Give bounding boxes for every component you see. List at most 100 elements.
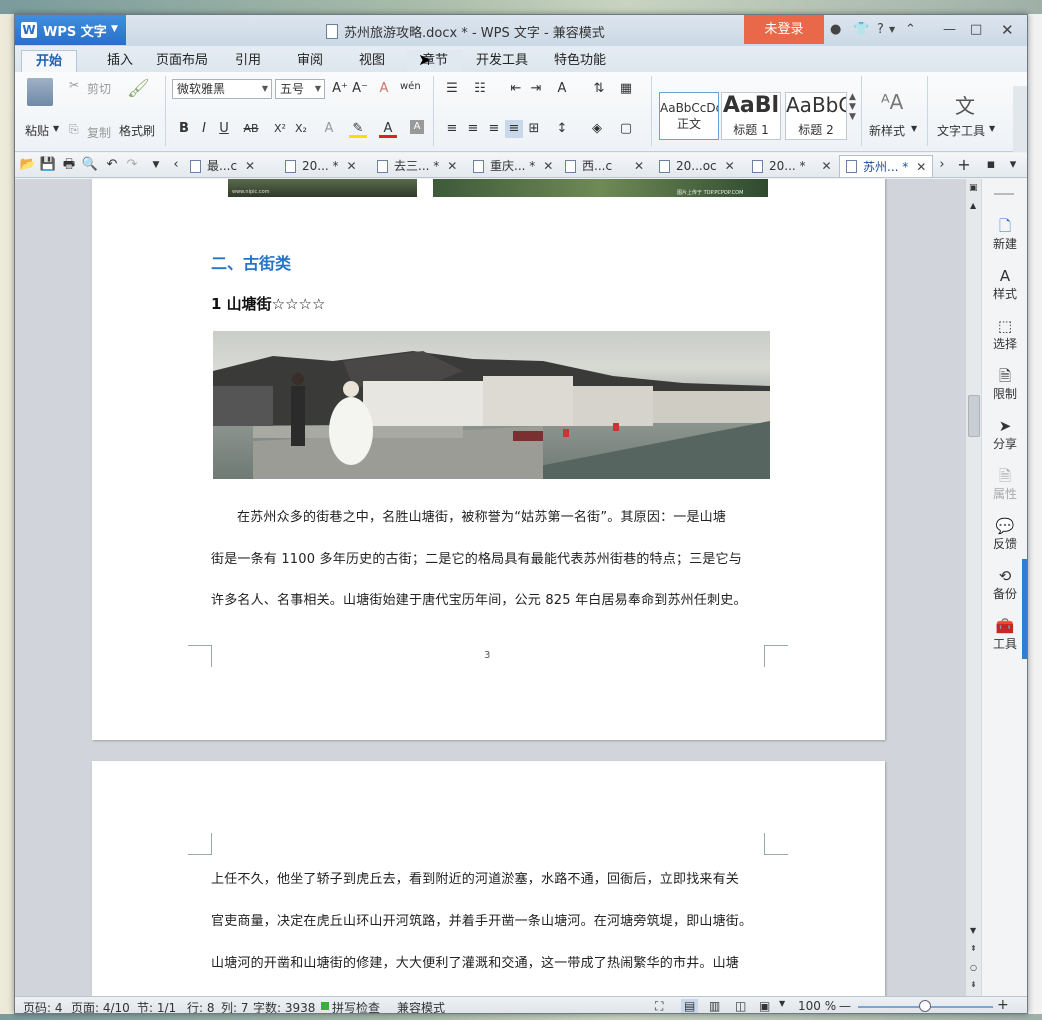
distribute-icon[interactable]: ⊞ [525, 120, 543, 138]
document-area[interactable]: www.nipic.com 图片上传于 TOP.PCPOP.COM 二、古街类 … [15, 179, 965, 996]
new-style-dropdown-icon[interactable]: ▼ [911, 124, 917, 133]
close-icon[interactable]: ✕ [1001, 21, 1014, 39]
doc-tab[interactable]: 20...oc ✕ [659, 155, 735, 177]
paste-icon[interactable] [27, 78, 53, 106]
doc-tab[interactable]: 重庆... * ✕ [473, 155, 553, 177]
status-word-count[interactable]: 字数: 3938 [253, 999, 315, 1013]
panel-select[interactable]: ⬚ 选择 [982, 317, 1027, 352]
strikethrough-icon[interactable]: AB [240, 120, 262, 138]
prev-page-icon[interactable]: ⇞ [970, 944, 977, 953]
open-folder-icon[interactable]: 📂 [19, 156, 37, 174]
bold-icon[interactable]: B [175, 120, 193, 138]
tab-review[interactable]: 审阅 [289, 50, 331, 72]
maximize-icon[interactable]: □ [970, 21, 982, 39]
copy-icon[interactable]: ⎘ [69, 122, 79, 137]
doc-tab[interactable]: 去三... * ✕ [377, 155, 457, 177]
new-style-icon[interactable]: ᴬA [881, 90, 903, 114]
print-preview-icon[interactable]: 🔍 [81, 156, 99, 174]
doc-tab[interactable]: 20... * ✕ [285, 155, 357, 177]
view-dropdown-icon[interactable]: ▼ [779, 999, 785, 1008]
new-style-button[interactable]: 新样式 [869, 122, 905, 139]
char-shading-icon[interactable]: A [410, 120, 424, 134]
wps-app-button[interactable]: W WPS 文字 [15, 15, 126, 45]
reading-view-icon[interactable]: ▣ [759, 999, 770, 1013]
tab-page-layout[interactable]: 页面布局 [152, 50, 212, 72]
outline-view-icon[interactable]: ▥ [709, 999, 720, 1013]
paste-dropdown-icon[interactable]: ▼ [53, 124, 59, 133]
scroll-top-icon[interactable]: ▣ [969, 183, 978, 193]
doc-tab[interactable]: 最...c ✕ [190, 155, 255, 177]
paste-button[interactable]: 粘贴 [25, 122, 49, 139]
shrink-font-icon[interactable]: A⁻ [351, 80, 369, 98]
text-effect-icon[interactable]: A [320, 120, 338, 138]
decrease-indent-icon[interactable]: ⇤ [507, 80, 525, 98]
close-tab-icon[interactable]: ✕ [245, 155, 255, 177]
tab-references[interactable]: 引用 [227, 50, 269, 72]
tab-features[interactable]: 特色功能 [550, 50, 610, 72]
line-spacing-icon[interactable]: ↕ [553, 120, 571, 138]
scroll-thumb[interactable] [968, 395, 980, 437]
close-tab-icon[interactable]: ✕ [916, 156, 926, 178]
cut-icon[interactable]: ✂ [69, 78, 79, 92]
close-tab-icon[interactable]: ✕ [634, 155, 644, 177]
numbered-list-icon[interactable]: ☷ [471, 80, 489, 98]
font-color-icon[interactable]: A [379, 120, 397, 138]
style-normal[interactable]: AaBbCcDd 正文 [659, 92, 719, 140]
doc-tab[interactable]: 西...c ✕ [565, 155, 644, 177]
sort-icon[interactable]: ⇅ [590, 80, 608, 98]
tabs-scroll-right-icon[interactable]: › [933, 156, 951, 174]
align-left-icon[interactable]: ≡ [443, 120, 461, 138]
tab-developer[interactable]: 开发工具 [472, 50, 532, 72]
borders-icon[interactable]: ▢ [617, 120, 635, 138]
zoom-level[interactable]: 100 % [798, 999, 836, 1013]
bullet-list-icon[interactable]: ☰ [443, 80, 461, 98]
help-button[interactable]: ? [877, 21, 884, 39]
highlight-icon[interactable]: ✎ [349, 120, 367, 138]
ribbon-scroll[interactable] [1013, 86, 1027, 152]
grow-font-icon[interactable]: A⁺ [331, 80, 349, 98]
zoom-out-icon[interactable]: — [839, 999, 851, 1013]
shading-icon[interactable]: ◈ [588, 120, 606, 138]
save-icon[interactable]: 💾 [39, 156, 57, 174]
copy-button[interactable]: 复制 [87, 124, 111, 141]
style-heading-2[interactable]: AaBbC 标题 2 [785, 92, 847, 140]
scroll-up-icon[interactable]: ▲ [970, 201, 976, 210]
table-borders-icon[interactable]: ▦ [617, 80, 635, 98]
zoom-in-icon[interactable]: + [997, 997, 1009, 1013]
quick-access-dropdown-icon[interactable]: ▼ [147, 156, 165, 174]
undo-icon[interactable]: ↶ [103, 156, 121, 174]
tab-list-icon[interactable]: ▪ [982, 156, 1000, 174]
panel-feedback[interactable]: 💬 反馈 [982, 517, 1027, 552]
vertical-scrollbar[interactable]: ▣ ▲ ▼ ⇞ ○ ⇟ [965, 179, 981, 996]
clear-format-icon[interactable]: A [375, 80, 393, 98]
tab-insert[interactable]: 插入 [95, 50, 145, 72]
increase-indent-icon[interactable]: ⇥ [527, 80, 545, 98]
zoom-slider-thumb[interactable] [919, 1000, 931, 1012]
minimize-icon[interactable]: — [943, 21, 956, 39]
align-justify-icon[interactable]: ≡ [505, 120, 523, 138]
panel-restrict[interactable]: 🗎 限制 [982, 367, 1027, 402]
login-button[interactable]: 未登录 [744, 15, 824, 44]
panel-styles[interactable]: A 样式 [982, 267, 1027, 302]
app-menu-arrow-icon[interactable]: ▼ [111, 24, 118, 34]
doc-tab[interactable]: 20... * ✕ [752, 155, 832, 177]
tabs-scroll-left-icon[interactable]: ‹ [167, 156, 185, 174]
close-tab-icon[interactable]: ✕ [822, 155, 832, 177]
superscript-icon[interactable]: X² [271, 120, 289, 138]
new-tab-icon[interactable]: + [955, 156, 973, 174]
spell-check-button[interactable]: 拼写检查 [332, 999, 380, 1013]
cut-button[interactable]: 剪切 [87, 80, 111, 97]
align-center-icon[interactable]: ≡ [464, 120, 482, 138]
styles-scroll-icon[interactable]: ▲ ▼ ▼ [849, 92, 856, 122]
style-heading-1[interactable]: AaBl 标题 1 [721, 92, 781, 140]
page-view-icon[interactable]: ▤ [681, 999, 699, 1013]
close-tab-icon[interactable]: ✕ [543, 155, 553, 177]
tab-chapter[interactable]: 章节 [407, 50, 463, 72]
select-browse-icon[interactable]: ○ [970, 963, 977, 972]
web-view-icon[interactable]: ◫ [735, 999, 746, 1013]
chinese-layout-icon[interactable]: A [553, 80, 571, 98]
redo-icon[interactable]: ↷ [123, 156, 141, 174]
panel-properties[interactable]: 🗎 属性 [982, 467, 1027, 502]
panel-collapse-handle[interactable] [1022, 559, 1027, 659]
print-icon[interactable]: 🖶 [60, 156, 78, 174]
